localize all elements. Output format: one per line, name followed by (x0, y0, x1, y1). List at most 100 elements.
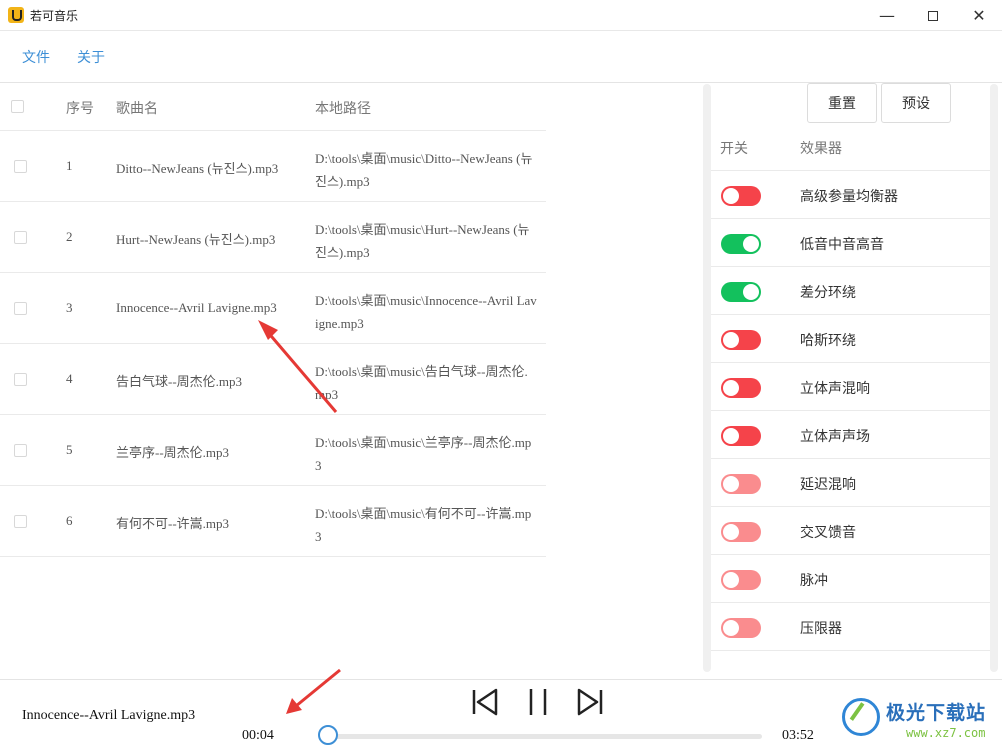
row-checkbox[interactable] (14, 160, 27, 173)
pause-icon (529, 689, 547, 715)
preset-button[interactable]: 预设 (881, 83, 951, 123)
header-switch: 开关 (720, 141, 748, 157)
effect-row: 延迟混响 (711, 459, 990, 507)
effect-toggle[interactable] (721, 426, 761, 446)
row-index: 4 (66, 371, 73, 386)
row-index: 5 (66, 442, 73, 457)
row-index: 2 (66, 229, 73, 244)
toggle-knob (723, 428, 739, 444)
effect-name: 低音中音高音 (800, 237, 884, 253)
effect-toggle[interactable] (721, 570, 761, 590)
row-song-name: 兰亭序--周杰伦.mp3 (116, 445, 230, 460)
watermark-text: 极光下载站 (886, 702, 987, 724)
row-local-path: D:\tools\桌面\music\Ditto--NewJeans (뉴진스).… (315, 151, 533, 189)
row-index: 1 (66, 158, 73, 173)
toggle-knob (723, 188, 739, 204)
effect-name: 差分环绕 (800, 285, 856, 301)
row-checkbox[interactable] (14, 444, 27, 457)
effect-row: 脉冲 (711, 555, 990, 603)
row-local-path: D:\tools\桌面\music\Hurt--NewJeans (뉴진스).m… (315, 222, 530, 260)
menu-about[interactable]: 关于 (77, 47, 105, 67)
effect-name: 立体声混响 (800, 381, 870, 397)
effects-header: 开关 效果器 (711, 123, 990, 171)
effect-row: 高级参量均衡器 (711, 171, 990, 219)
effect-toggle[interactable] (721, 186, 761, 206)
watermark-url: www.xz7.com (906, 726, 986, 740)
progress-thumb[interactable] (317, 725, 338, 745)
toggle-knob (723, 380, 739, 396)
effect-toggle[interactable] (721, 282, 761, 302)
table-row[interactable]: 5 兰亭序--周杰伦.mp3 D:\tools\桌面\music\兰亭序--周杰伦.… (0, 415, 546, 486)
menu-bar: 文件 关于 (0, 31, 1002, 83)
skip-previous-icon (472, 688, 498, 716)
menu-file[interactable]: 文件 (22, 47, 50, 67)
toggle-knob (723, 332, 739, 348)
effects-scrollbar[interactable] (990, 84, 998, 672)
effect-toggle[interactable] (721, 234, 761, 254)
maximize-icon (928, 10, 938, 21)
row-song-name: Hurt--NewJeans (뉴진스).mp3 (116, 232, 276, 247)
toggle-knob (723, 524, 739, 540)
header-song-name: 歌曲名 (116, 101, 158, 117)
effect-name: 交叉馈音 (800, 525, 856, 541)
toggle-knob (723, 572, 739, 588)
toggle-knob (743, 284, 759, 300)
previous-track-button[interactable] (470, 686, 500, 718)
window-title: 若可音乐 (30, 9, 79, 23)
next-track-button[interactable] (575, 686, 605, 718)
row-song-name: Innocence--Avril Lavigne.mp3 (116, 300, 277, 315)
row-checkbox[interactable] (14, 373, 27, 386)
title-bar: 若可音乐 — ✕ (0, 0, 1002, 31)
effect-row: 立体声混响 (711, 363, 990, 411)
song-list-scrollbar[interactable] (703, 84, 711, 672)
effect-row: 差分环绕 (711, 267, 990, 315)
toggle-knob (723, 476, 739, 492)
row-local-path: D:\tools\桌面\music\有何不可--许嵩.mp3 (315, 506, 532, 544)
effect-name: 压限器 (800, 621, 842, 637)
effect-toggle[interactable] (721, 474, 761, 494)
pause-button[interactable] (523, 686, 553, 718)
header-index: 序号 (66, 101, 94, 117)
effects-list: 高级参量均衡器 低音中音高音 差分环绕哈斯环绕立体声混响立体声声场延迟混响交叉馈音脉… (711, 171, 990, 651)
effect-row: 压限器 (711, 603, 990, 651)
effect-row: 立体声声场 (711, 411, 990, 459)
reset-button[interactable]: 重置 (807, 83, 877, 123)
table-row[interactable]: 3 Innocence--Avril Lavigne.mp3 D:\tools\桌面… (0, 273, 546, 344)
progress-slider[interactable] (320, 734, 762, 739)
table-row[interactable]: 6 有何不可--许嵩.mp3 D:\tools\桌面\music\有何不可--许嵩.… (0, 486, 546, 557)
row-song-name: 有何不可--许嵩.mp3 (116, 516, 230, 531)
skip-next-icon (577, 688, 603, 716)
song-rows: 1 Ditto--NewJeans (뉴진스).mp3 D:\tools\桌面\mu… (0, 131, 546, 557)
row-local-path: D:\tools\桌面\music\Innocence--Avril Lavig… (315, 293, 537, 331)
table-row[interactable]: 2 Hurt--NewJeans (뉴진스).mp3 D:\tools\桌面\mus… (0, 202, 546, 273)
row-checkbox[interactable] (14, 515, 27, 528)
effect-name: 立体声声场 (800, 429, 870, 445)
effect-toggle[interactable] (721, 522, 761, 542)
effect-toggle[interactable] (721, 378, 761, 398)
effect-toggle[interactable] (721, 330, 761, 350)
current-time: 00:04 (242, 728, 274, 743)
effect-row: 低音中音高音 (711, 219, 990, 267)
effect-toggle[interactable] (721, 618, 761, 638)
minimize-button[interactable]: — (864, 0, 910, 31)
effect-name: 高级参量均衡器 (800, 189, 898, 205)
app-logo-icon (8, 7, 24, 23)
row-song-name: Ditto--NewJeans (뉴진스).mp3 (116, 161, 279, 176)
effect-name: 哈斯环绕 (800, 333, 856, 349)
select-all-checkbox[interactable] (11, 100, 24, 113)
toggle-knob (723, 620, 739, 636)
header-local-path: 本地路径 (315, 101, 371, 117)
row-checkbox[interactable] (14, 231, 27, 244)
row-checkbox[interactable] (14, 302, 27, 315)
table-row[interactable]: 4 告白气球--周杰伦.mp3 D:\tools\桌面\music\告白气球--周杰… (0, 344, 546, 415)
header-effect: 效果器 (800, 141, 842, 157)
row-index: 6 (66, 513, 73, 528)
total-time: 03:52 (782, 728, 814, 743)
toggle-knob (743, 236, 759, 252)
effect-row: 交叉馈音 (711, 507, 990, 555)
close-button[interactable]: ✕ (956, 0, 1002, 31)
maximize-button[interactable] (910, 0, 956, 31)
now-playing-title: Innocence--Avril Lavigne.mp3 (22, 708, 196, 723)
row-index: 3 (66, 300, 73, 315)
table-row[interactable]: 1 Ditto--NewJeans (뉴진스).mp3 D:\tools\桌面\mu… (0, 131, 546, 202)
